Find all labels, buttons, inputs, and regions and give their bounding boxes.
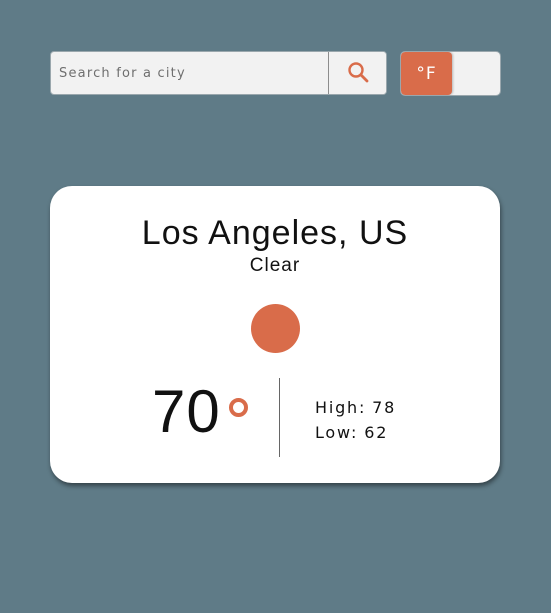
high-label: High: (315, 398, 367, 417)
search-bar (50, 51, 387, 95)
low-temperature: Low: 62 (315, 423, 388, 442)
current-temperature: 70 (152, 378, 221, 445)
weather-condition: Clear (249, 255, 301, 276)
high-temperature: High: 78 (315, 398, 396, 417)
low-value: 62 (364, 423, 389, 442)
unit-toggle[interactable]: °F (400, 51, 501, 96)
sun-icon (251, 304, 300, 353)
city-name: Los Angeles, US (141, 214, 409, 252)
degree-icon (229, 398, 248, 417)
low-label: Low: (315, 423, 359, 442)
search-input[interactable] (51, 52, 328, 94)
unit-label: °F (416, 63, 437, 84)
search-icon (347, 61, 369, 86)
divider (279, 378, 280, 457)
weather-card: Los Angeles, US Clear 70 High: 78 Low: 62 (50, 186, 500, 483)
high-value: 78 (372, 398, 397, 417)
unit-toggle-knob[interactable]: °F (401, 52, 452, 95)
search-button[interactable] (328, 52, 386, 94)
